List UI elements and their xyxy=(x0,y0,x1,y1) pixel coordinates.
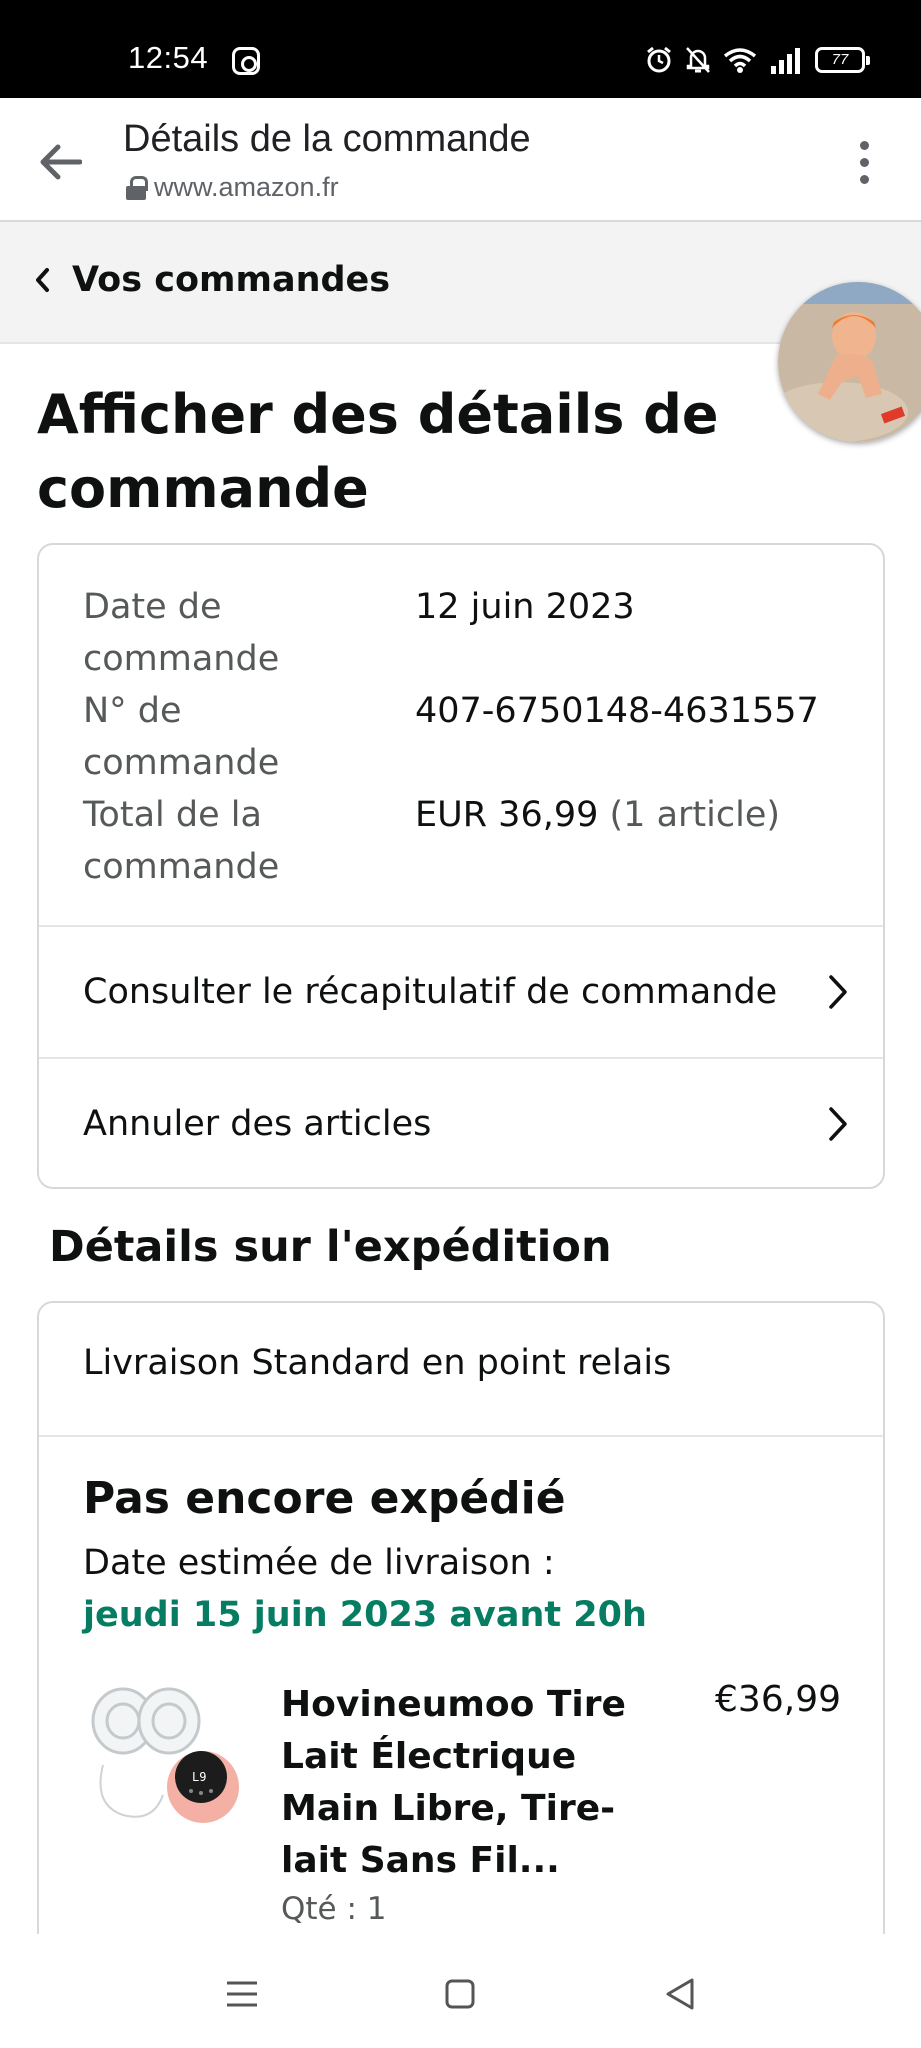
dot-icon xyxy=(859,157,869,167)
back-button[interactable] xyxy=(32,134,88,190)
chevron-right-icon xyxy=(829,975,847,1009)
menu-icon xyxy=(227,1981,257,2007)
system-navigation-bar xyxy=(0,1934,921,2048)
system-back-button[interactable] xyxy=(650,1964,710,2024)
product-title-link[interactable]: Hovineumoo Tire Lait Électrique Main Lib… xyxy=(281,1679,661,1887)
svg-text:L9: L9 xyxy=(192,1770,206,1784)
browser-title: Détails de la commande xyxy=(123,118,531,160)
estimated-delivery-date: jeudi 15 juin 2023 avant 20h xyxy=(83,1595,647,1635)
page-title: Afficher des détails de commande xyxy=(37,383,719,520)
lock-icon xyxy=(126,175,148,200)
more-options-button[interactable] xyxy=(847,134,881,190)
order-summary-link[interactable]: Consulter le récapitulatif de commande xyxy=(39,925,883,1057)
order-item-count: (1 article) xyxy=(609,795,781,835)
product-quantity: Qté : 1 xyxy=(281,1891,387,1927)
cancel-items-link[interactable]: Annuler des articles xyxy=(39,1057,883,1189)
order-total-amount: EUR 36,99 xyxy=(415,795,599,835)
wifi-icon xyxy=(723,48,757,73)
order-total-label: Total de la commande xyxy=(83,795,280,887)
order-total-value: EUR 36,99 (1 article) xyxy=(415,789,780,841)
instagram-icon xyxy=(232,47,260,75)
status-bar: 12:54 77 xyxy=(0,0,921,98)
dot-icon xyxy=(859,174,869,184)
browser-url[interactable]: www.amazon.fr xyxy=(126,172,339,203)
home-button[interactable] xyxy=(430,1964,490,2024)
delivery-method: Livraison Standard en point relais xyxy=(83,1343,672,1383)
browser-toolbar: Détails de la commande www.amazon.fr xyxy=(0,98,921,222)
chevron-left-icon xyxy=(36,268,49,292)
order-date-label: Date de commande xyxy=(83,587,280,679)
your-orders-link[interactable]: Vos commandes xyxy=(34,260,390,300)
arrow-left-icon xyxy=(40,144,82,180)
divider xyxy=(39,1435,883,1437)
estimated-delivery-label: Date estimée de livraison : xyxy=(83,1543,555,1583)
order-number-label: N° de commande xyxy=(83,691,280,783)
avatar[interactable] xyxy=(778,282,921,442)
breadcrumb: Vos commandes xyxy=(0,222,921,344)
avatar-photo xyxy=(778,282,921,442)
order-summary-card: Date de commande 12 juin 2023 N° de comm… xyxy=(37,543,885,1189)
chevron-right-icon xyxy=(829,1107,847,1141)
breadcrumb-label: Vos commandes xyxy=(72,260,391,300)
recent-apps-button[interactable] xyxy=(212,1964,272,2024)
status-time: 12:54 xyxy=(128,40,209,75)
triangle-back-icon xyxy=(666,1978,694,2010)
battery-icon: 77 xyxy=(815,47,870,73)
cancel-items-link-label: Annuler des articles xyxy=(83,1104,432,1144)
shipment-status: Pas encore expédié xyxy=(83,1473,566,1524)
alarm-icon xyxy=(647,46,671,73)
order-number-value: 407-6750148-4631557 xyxy=(415,691,819,731)
product-image[interactable]: L9 xyxy=(83,1675,243,1835)
signal-icon xyxy=(771,48,800,74)
order-date-value: 12 juin 2023 xyxy=(415,587,635,627)
product-price: €36,99 xyxy=(715,1679,841,1720)
square-icon xyxy=(445,1979,475,2009)
dot-icon xyxy=(859,140,869,150)
breast-pump-image: L9 xyxy=(91,1687,239,1823)
bell-muted-icon xyxy=(686,47,710,73)
status-icons: 77 xyxy=(645,44,870,76)
order-summary-link-label: Consulter le récapitulatif de commande xyxy=(83,972,778,1012)
url-text: www.amazon.fr xyxy=(154,172,339,202)
shipment-section-title: Détails sur l'expédition xyxy=(49,1222,612,1272)
